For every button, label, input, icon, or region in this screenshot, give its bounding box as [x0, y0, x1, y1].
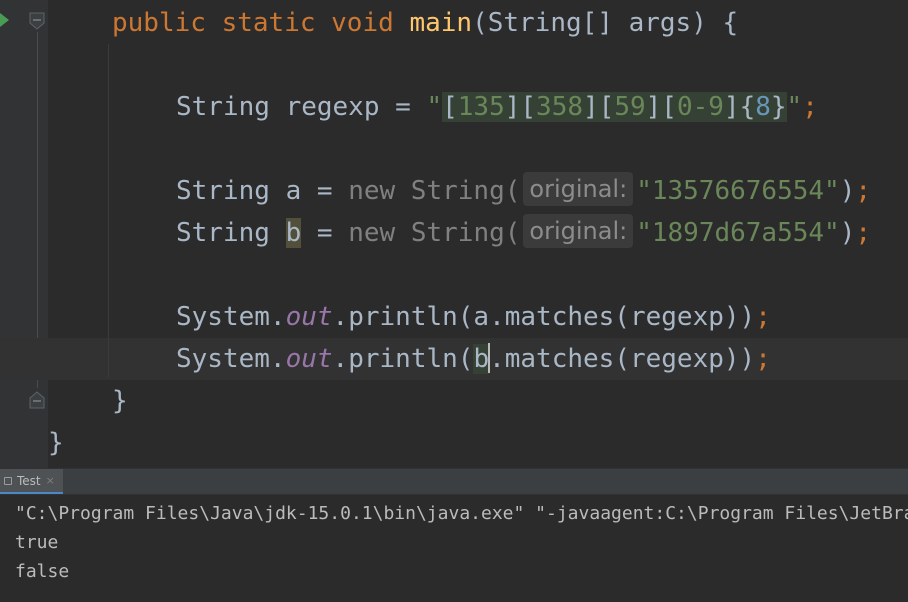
matches-call: .matches(regexp))	[489, 344, 756, 374]
code-line-method-close[interactable]: }	[112, 380, 128, 422]
string-quote: "	[786, 92, 803, 122]
text-caret	[488, 342, 491, 373]
close-paren: )	[839, 218, 856, 248]
console-line-command: "C:\Program Files\Java\jdk-15.0.1\bin\ja…	[15, 503, 908, 524]
code-line-regexp[interactable]: String regexp = "[135][358][59][0-9]{8}"…	[176, 86, 818, 128]
semicolon: ;	[855, 176, 871, 206]
run-tab-test[interactable]: Test ×	[0, 469, 63, 494]
string-literal: "1897d67a554"	[636, 218, 840, 248]
string-constructor: String(	[395, 176, 521, 206]
variable-b-usage: b	[473, 344, 490, 374]
string-b-declaration: String	[176, 218, 286, 248]
method-params: (String[] args) {	[472, 8, 739, 38]
variable-b-highlight: b	[285, 218, 302, 248]
system-class: System.	[176, 302, 286, 332]
regex-literal: [135][358][59][0-9]{8}	[442, 92, 787, 122]
code-line-method-signature[interactable]: public static void main(String[] args) {	[112, 2, 738, 44]
keyword-new: new	[348, 176, 396, 206]
code-line-class-close[interactable]: }	[48, 422, 64, 464]
static-field-out: out	[285, 344, 333, 374]
code-line-string-a[interactable]: String a = new String(original: "13576676…	[176, 170, 871, 212]
close-icon[interactable]: ×	[46, 474, 55, 487]
closing-brace: }	[48, 428, 64, 458]
indent-guide	[108, 44, 109, 378]
keyword-void: void	[331, 8, 394, 38]
semicolon: ;	[755, 344, 771, 374]
console-output[interactable]: "C:\Program Files\Java\jdk-15.0.1\bin\ja…	[15, 499, 908, 586]
println-call: .println(	[332, 344, 474, 374]
semicolon: ;	[855, 218, 872, 248]
semicolon: ;	[755, 302, 771, 332]
run-tab-bar: Test ×	[0, 469, 908, 495]
closing-brace: }	[112, 386, 128, 416]
code-line-println-b[interactable]: System.out.println(b.matches(regexp));	[176, 338, 771, 380]
editor-gutter	[0, 0, 48, 468]
console-line-result: false	[15, 561, 70, 582]
string-literal: "13576676554"	[636, 176, 840, 206]
console-line-result: true	[15, 532, 59, 553]
static-field-out: out	[285, 302, 333, 332]
string-constructor: String(	[395, 218, 521, 248]
run-config-icon	[4, 476, 12, 485]
run-tool-window: Test × "C:\Program Files\Java\jdk-15.0.1…	[0, 468, 908, 602]
code-editor[interactable]: public static void main(String[] args) {…	[0, 0, 908, 468]
fold-region-line	[37, 32, 38, 388]
run-arrow-icon[interactable]	[0, 13, 9, 27]
keyword-public: public	[112, 8, 206, 38]
keyword-static: static	[221, 8, 316, 38]
fold-icon[interactable]	[29, 391, 45, 409]
parameter-hint: original:	[523, 171, 634, 206]
code-line-println-a[interactable]: System.out.println(a.matches(regexp));	[176, 296, 771, 338]
fold-icon[interactable]	[29, 12, 45, 30]
parameter-hint: original:	[523, 213, 634, 248]
code-line-string-b[interactable]: String b = new String(original: "1897d67a…	[176, 212, 871, 254]
keyword-new: new	[348, 218, 396, 248]
println-call: .println(a.matches(regexp))	[332, 302, 756, 332]
regexp-declaration: String regexp =	[176, 92, 427, 122]
run-tab-label: Test	[17, 473, 41, 488]
string-a-declaration: String a =	[176, 176, 349, 206]
close-paren: )	[839, 176, 856, 206]
assign-operator: =	[301, 218, 349, 248]
string-quote: "	[426, 92, 443, 122]
method-name: main	[409, 8, 473, 38]
semicolon: ;	[802, 92, 818, 122]
system-class: System.	[176, 344, 286, 374]
